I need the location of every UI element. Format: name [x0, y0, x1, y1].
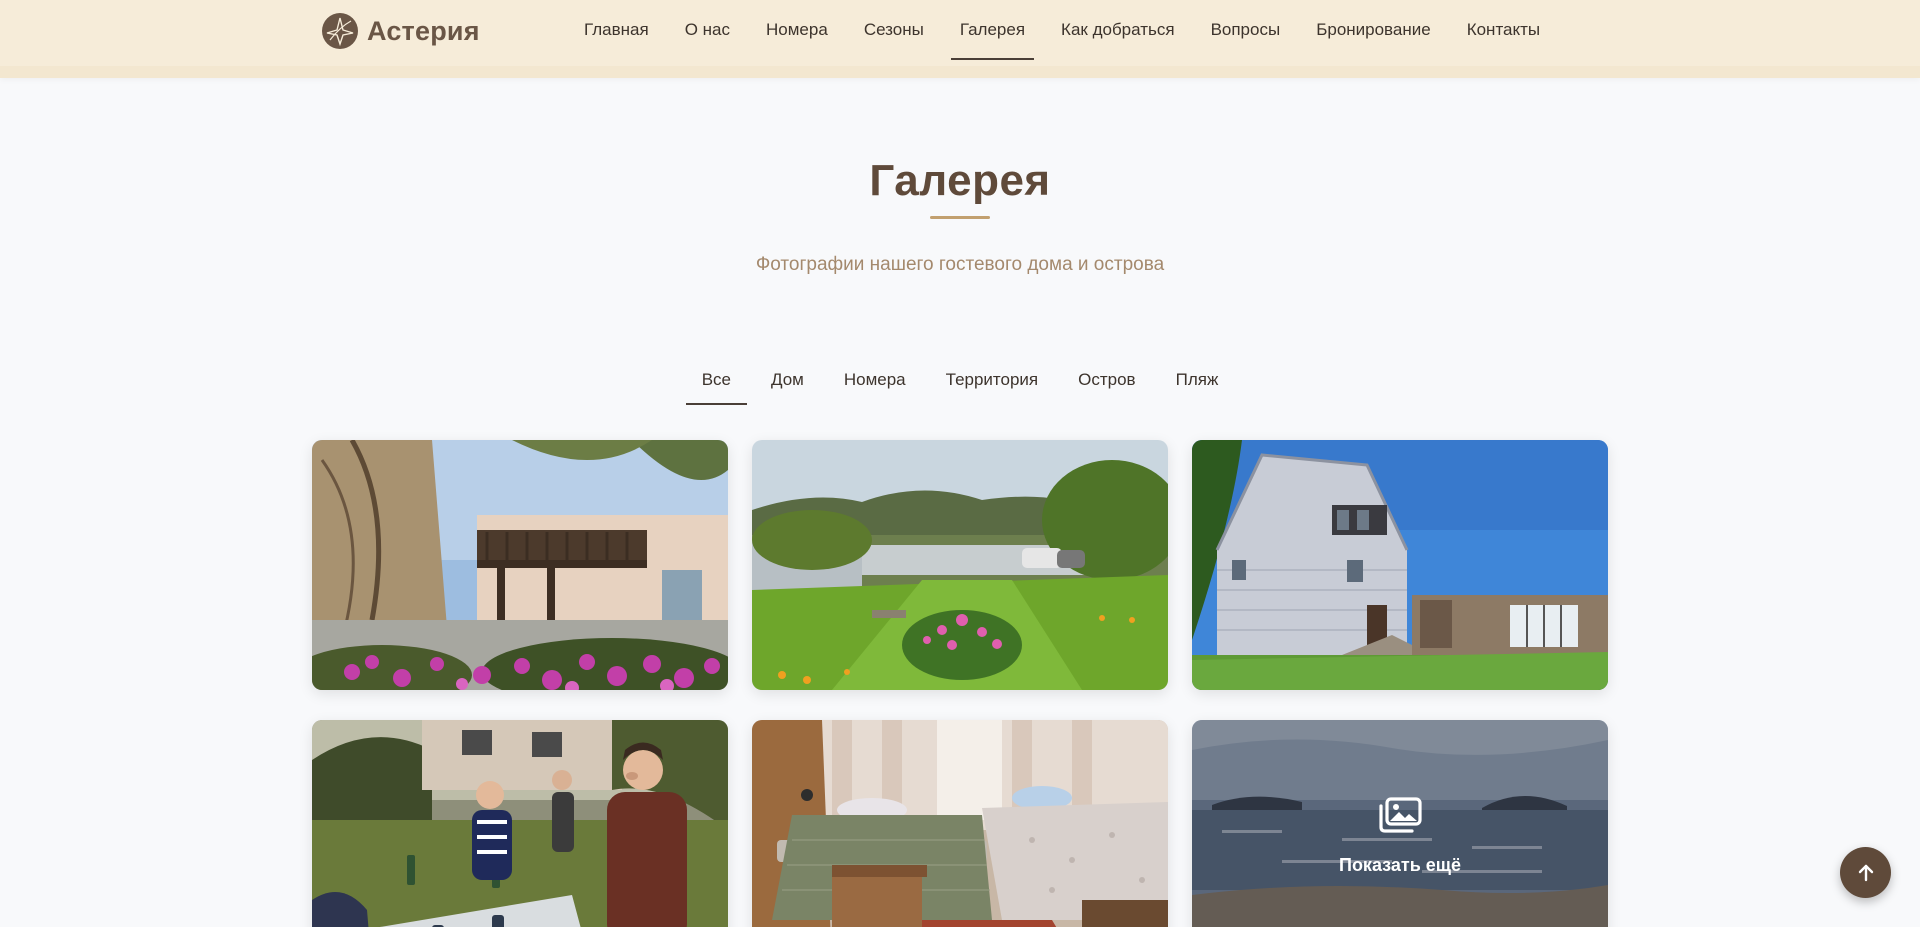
nav-item-directions[interactable]: Как добраться: [1043, 0, 1193, 60]
filter-tab-rooms[interactable]: Номера: [828, 358, 922, 405]
main-nav: Главная О нас Номера Сезоны Галерея Как …: [566, 0, 1558, 60]
gallery-photo-garden[interactable]: [752, 440, 1168, 690]
filter-tab-house[interactable]: Дом: [755, 358, 820, 405]
gallery-photo-house-flowers[interactable]: [312, 440, 728, 690]
section-title: Галерея: [869, 156, 1051, 205]
images-icon: [1379, 796, 1422, 833]
gallery-show-more-tile[interactable]: Показать ещё: [1192, 720, 1608, 927]
gallery-photo-white-house[interactable]: [1192, 440, 1608, 690]
nav-item-contacts[interactable]: Контакты: [1449, 0, 1558, 60]
compass-star-icon: [322, 13, 358, 49]
site-header: Астерия Главная О нас Номера Сезоны Гале…: [0, 0, 1920, 78]
gallery-photo-friends[interactable]: [312, 720, 728, 927]
nav-item-booking[interactable]: Бронирование: [1298, 0, 1449, 60]
gallery-filters: Все Дом Номера Территория Остров Пляж: [0, 358, 1920, 408]
nav-item-about[interactable]: О нас: [667, 0, 748, 60]
gallery-grid: Показать ещё: [312, 440, 1608, 927]
nav-item-rooms[interactable]: Номера: [748, 0, 846, 60]
filter-tab-all[interactable]: Все: [685, 358, 748, 405]
nav-item-home[interactable]: Главная: [566, 0, 667, 60]
show-more-label: Показать ещё: [1339, 854, 1461, 875]
nav-item-gallery[interactable]: Галерея: [942, 0, 1043, 60]
show-more-overlay: Показать ещё: [1192, 720, 1608, 927]
logo[interactable]: Астерия: [322, 12, 480, 50]
title-underline: [930, 216, 990, 219]
back-to-top-button[interactable]: [1840, 847, 1891, 898]
nav-item-faq[interactable]: Вопросы: [1193, 0, 1299, 60]
gallery-photo-bedroom[interactable]: [752, 720, 1168, 927]
arrow-up-icon: [1858, 864, 1873, 881]
filter-tab-territory[interactable]: Территория: [930, 358, 1055, 405]
brand-name: Астерия: [367, 15, 480, 46]
nav-item-seasons[interactable]: Сезоны: [846, 0, 942, 60]
filter-tab-beach[interactable]: Пляж: [1160, 358, 1235, 405]
section-subtitle: Фотографии нашего гостевого дома и остро…: [755, 254, 1165, 275]
filter-tab-island[interactable]: Остров: [1062, 358, 1151, 405]
